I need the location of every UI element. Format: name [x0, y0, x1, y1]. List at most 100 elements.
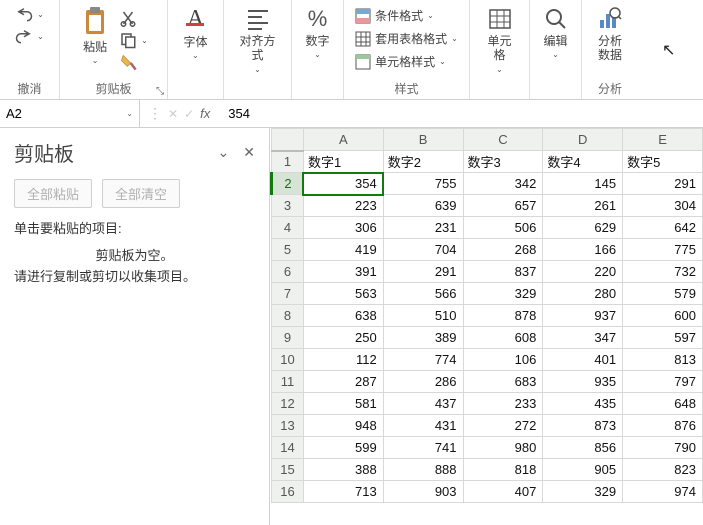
cell[interactable]: 145 — [543, 173, 623, 195]
cell[interactable]: 823 — [623, 459, 703, 481]
cell[interactable]: 876 — [623, 415, 703, 437]
row-header[interactable]: 2 — [272, 173, 304, 195]
cell[interactable]: 566 — [383, 283, 463, 305]
cell[interactable]: 813 — [623, 349, 703, 371]
cell[interactable]: 818 — [463, 459, 543, 481]
cell[interactable]: 220 — [543, 261, 623, 283]
cell-style-button[interactable]: 单元格样式⌄ — [353, 52, 460, 71]
table-format-button[interactable]: 套用表格格式⌄ — [353, 29, 460, 48]
row-header[interactable]: 13 — [272, 415, 304, 437]
collapse-icon[interactable]: ⌄ — [218, 144, 230, 161]
cell[interactable]: 304 — [623, 195, 703, 217]
cell[interactable]: 937 — [543, 305, 623, 327]
cell[interactable]: 数字1 — [303, 151, 383, 173]
cell[interactable]: 797 — [623, 371, 703, 393]
cell[interactable]: 291 — [383, 261, 463, 283]
row-header[interactable]: 14 — [272, 437, 304, 459]
cell[interactable]: 775 — [623, 239, 703, 261]
editing-dropdown[interactable]: 编辑 ⌄ — [539, 4, 573, 61]
copy-button[interactable]: ⌄ — [117, 30, 150, 50]
cell[interactable]: 506 — [463, 217, 543, 239]
cell[interactable]: 903 — [383, 481, 463, 503]
analyze-data-button[interactable]: 分析 数据 — [593, 4, 627, 65]
cell[interactable]: 286 — [383, 371, 463, 393]
cell[interactable]: 599 — [303, 437, 383, 459]
cell[interactable]: 401 — [543, 349, 623, 371]
cell[interactable]: 790 — [623, 437, 703, 459]
cell[interactable]: 597 — [623, 327, 703, 349]
row-header[interactable]: 1 — [272, 151, 304, 173]
cell[interactable]: 280 — [543, 283, 623, 305]
spreadsheet-grid[interactable]: ABCDE1数字1数字2数字3数字4数字52354755342145291322… — [270, 128, 703, 525]
paste-all-button[interactable]: 全部粘贴 — [14, 179, 92, 208]
formula-input[interactable] — [218, 106, 703, 121]
cell[interactable]: 数字4 — [543, 151, 623, 173]
number-dropdown[interactable]: % 数字 ⌄ — [301, 4, 335, 61]
clipboard-launcher[interactable]: ⤡ — [156, 86, 164, 97]
cell[interactable]: 873 — [543, 415, 623, 437]
row-header[interactable]: 12 — [272, 393, 304, 415]
row-header[interactable]: 16 — [272, 481, 304, 503]
cell[interactable]: 233 — [463, 393, 543, 415]
cell[interactable]: 112 — [303, 349, 383, 371]
col-header[interactable]: C — [463, 129, 543, 151]
cell[interactable]: 391 — [303, 261, 383, 283]
select-all-corner[interactable] — [272, 129, 304, 151]
undo-button[interactable]: ⌄ — [13, 4, 46, 24]
cell[interactable]: 388 — [303, 459, 383, 481]
cell[interactable]: 774 — [383, 349, 463, 371]
format-painter-button[interactable] — [117, 52, 150, 74]
cell[interactable]: 638 — [303, 305, 383, 327]
cut-button[interactable] — [117, 8, 150, 28]
cell[interactable]: 713 — [303, 481, 383, 503]
cell[interactable]: 287 — [303, 371, 383, 393]
cell[interactable]: 数字3 — [463, 151, 543, 173]
cell[interactable]: 741 — [383, 437, 463, 459]
cell[interactable]: 106 — [463, 349, 543, 371]
row-header[interactable]: 8 — [272, 305, 304, 327]
cell[interactable]: 905 — [543, 459, 623, 481]
cell[interactable]: 579 — [623, 283, 703, 305]
cell[interactable]: 856 — [543, 437, 623, 459]
clear-all-button[interactable]: 全部清空 — [102, 179, 180, 208]
cell[interactable]: 642 — [623, 217, 703, 239]
col-header[interactable]: E — [623, 129, 703, 151]
name-box-input[interactable] — [6, 106, 106, 121]
cell[interactable]: 435 — [543, 393, 623, 415]
cell[interactable]: 223 — [303, 195, 383, 217]
cell[interactable]: 878 — [463, 305, 543, 327]
cell[interactable]: 837 — [463, 261, 543, 283]
cell[interactable]: 888 — [383, 459, 463, 481]
cell[interactable]: 329 — [463, 283, 543, 305]
cell[interactable]: 291 — [623, 173, 703, 195]
name-box[interactable]: ⌄ — [0, 100, 140, 127]
chevron-down-icon[interactable]: ⌄ — [126, 109, 133, 118]
cell[interactable]: 431 — [383, 415, 463, 437]
cells-dropdown[interactable]: 单元格 ⌄ — [478, 4, 521, 76]
paste-button[interactable]: 粘贴 ⌄ — [77, 4, 113, 67]
cell[interactable]: 342 — [463, 173, 543, 195]
cell[interactable]: 629 — [543, 217, 623, 239]
row-header[interactable]: 11 — [272, 371, 304, 393]
col-header[interactable]: B — [383, 129, 463, 151]
col-header[interactable]: A — [303, 129, 383, 151]
cell[interactable]: 581 — [303, 393, 383, 415]
row-header[interactable]: 7 — [272, 283, 304, 305]
row-header[interactable]: 6 — [272, 261, 304, 283]
cell[interactable]: 948 — [303, 415, 383, 437]
cell[interactable]: 407 — [463, 481, 543, 503]
redo-button[interactable]: ⌄ — [13, 26, 46, 46]
cell[interactable]: 980 — [463, 437, 543, 459]
font-dropdown[interactable]: A 字体 ⌄ — [179, 4, 211, 62]
row-header[interactable]: 15 — [272, 459, 304, 481]
cell[interactable]: 648 — [623, 393, 703, 415]
cell[interactable]: 935 — [543, 371, 623, 393]
cell[interactable]: 306 — [303, 217, 383, 239]
cell[interactable]: 272 — [463, 415, 543, 437]
close-icon[interactable]: ✕ — [243, 144, 255, 161]
cell[interactable]: 166 — [543, 239, 623, 261]
cell[interactable]: 974 — [623, 481, 703, 503]
cell[interactable]: 608 — [463, 327, 543, 349]
cell[interactable]: 657 — [463, 195, 543, 217]
cell[interactable]: 231 — [383, 217, 463, 239]
